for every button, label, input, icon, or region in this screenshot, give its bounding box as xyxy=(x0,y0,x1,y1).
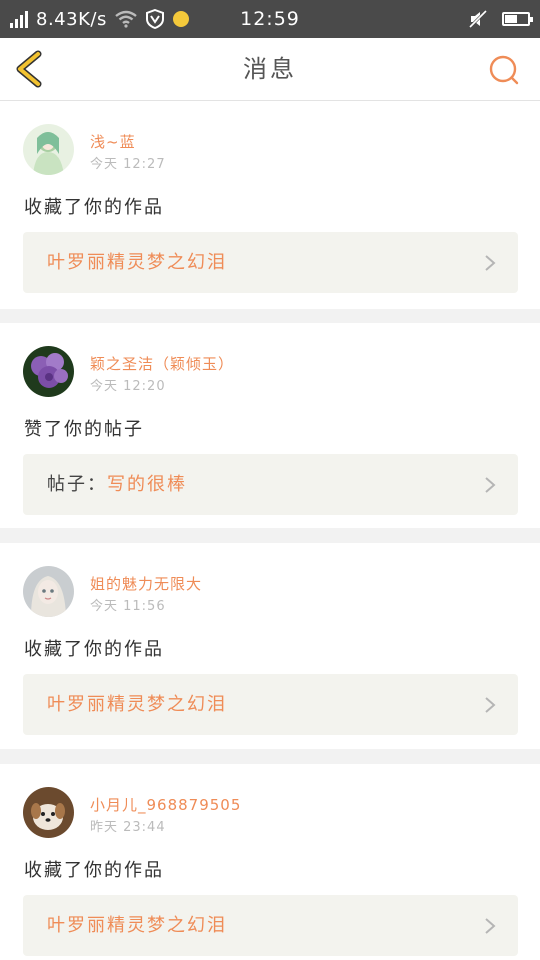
message-time: 今天 11:56 xyxy=(90,599,166,614)
message-time: 昨天 23:44 xyxy=(90,820,166,835)
ref-title: 叶罗丽精灵梦之幻泪 xyxy=(47,915,227,936)
message-action: 赞了你的帖子 xyxy=(24,419,144,440)
user-name[interactable]: 姐的魅力无限大 xyxy=(90,573,202,594)
ref-title: 写的很棒 xyxy=(107,474,187,495)
ref-title: 叶罗丽精灵梦之幻泪 xyxy=(47,252,227,273)
message-card: 浅~蓝 今天 12:27 收藏了你的作品 叶罗丽精灵梦之幻泪 xyxy=(0,101,540,309)
message-card: 颖之圣洁（颖倾玉） 今天 12:20 赞了你的帖子 帖子：写的很棒 xyxy=(0,323,540,528)
ref-title: 叶罗丽精灵梦之幻泪 xyxy=(47,694,227,715)
user-name[interactable]: 浅~蓝 xyxy=(90,131,136,152)
referenced-title: 叶罗丽精灵梦之幻泪 xyxy=(47,232,227,293)
message-card: 姐的魅力无限大 今天 11:56 收藏了你的作品 叶罗丽精灵梦之幻泪 xyxy=(0,543,540,749)
chevron-right-icon xyxy=(485,918,496,934)
referenced-work-link[interactable]: 叶罗丽精灵梦之幻泪 xyxy=(23,232,518,293)
message-time: 今天 12:27 xyxy=(90,157,166,172)
user-avatar[interactable] xyxy=(23,787,74,838)
message-action: 收藏了你的作品 xyxy=(24,197,164,218)
page-title: 消息 xyxy=(243,55,297,83)
message-card: 小月儿_968879505 昨天 23:44 收藏了你的作品 叶罗丽精灵梦之幻泪 xyxy=(0,764,540,960)
referenced-title: 叶罗丽精灵梦之幻泪 xyxy=(47,895,227,956)
message-action: 收藏了你的作品 xyxy=(24,860,164,881)
status-bar: 8.43K/s 12:59 xyxy=(0,0,540,38)
referenced-title: 帖子：写的很棒 xyxy=(47,454,187,515)
message-action: 收藏了你的作品 xyxy=(24,639,164,660)
battery-icon xyxy=(502,12,533,26)
user-name[interactable]: 颖之圣洁（颖倾玉） xyxy=(90,353,234,374)
referenced-title: 叶罗丽精灵梦之幻泪 xyxy=(47,674,227,735)
referenced-work-link[interactable]: 叶罗丽精灵梦之幻泪 xyxy=(23,895,518,956)
user-name[interactable]: 小月儿_968879505 xyxy=(90,794,241,815)
user-avatar[interactable] xyxy=(23,346,74,397)
ref-prefix: 帖子： xyxy=(47,474,107,495)
user-avatar[interactable] xyxy=(23,124,74,175)
app-header: 消息 xyxy=(0,38,540,101)
status-time: 12:59 xyxy=(240,8,300,30)
chevron-right-icon xyxy=(485,477,496,493)
mute-icon xyxy=(468,9,488,29)
user-avatar[interactable] xyxy=(23,566,74,617)
message-time: 今天 12:20 xyxy=(90,379,166,394)
chevron-right-icon xyxy=(485,255,496,271)
referenced-post-link[interactable]: 帖子：写的很棒 xyxy=(23,454,518,515)
referenced-work-link[interactable]: 叶罗丽精灵梦之幻泪 xyxy=(23,674,518,735)
chevron-right-icon xyxy=(485,697,496,713)
search-button[interactable] xyxy=(488,54,520,86)
